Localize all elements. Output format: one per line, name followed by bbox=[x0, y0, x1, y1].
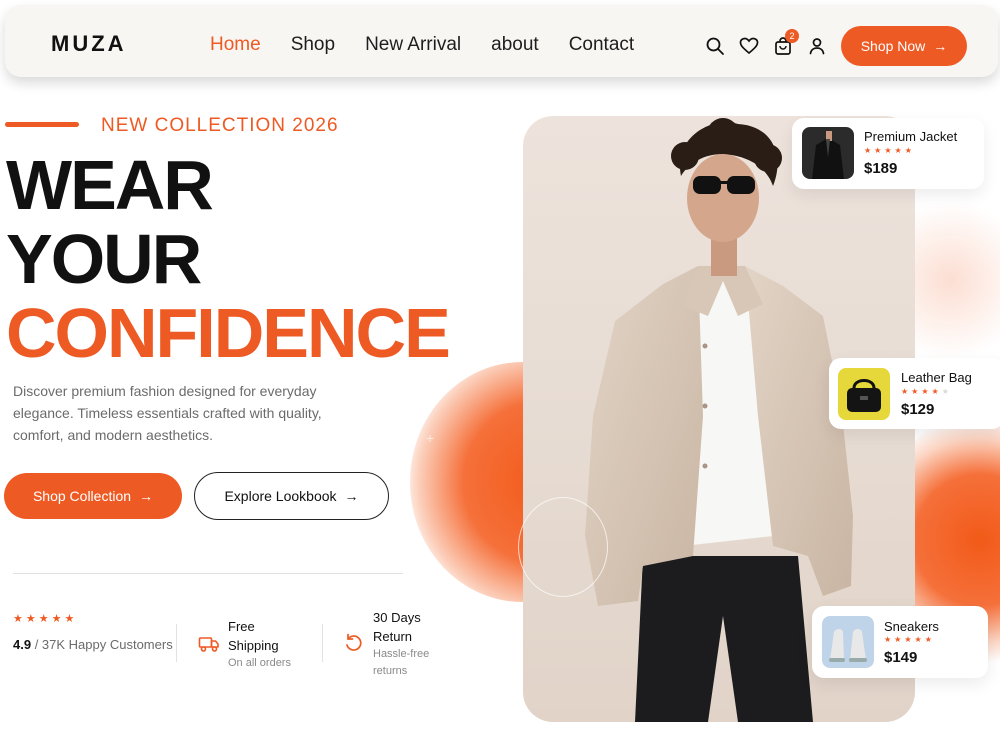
headline-line-1: WEAR bbox=[6, 146, 214, 224]
return-icon bbox=[343, 632, 365, 654]
nav-menu: Home Shop New Arrival about Contact bbox=[210, 35, 664, 54]
rating-value: 4.9 bbox=[13, 637, 32, 652]
product-name: Leather Bag bbox=[901, 370, 972, 385]
shipping-sub: On all orders bbox=[228, 657, 291, 669]
shop-collection-label: Shop Collection bbox=[32, 488, 132, 504]
nav-link-new-arrival[interactable]: New Arrival bbox=[365, 35, 461, 54]
hero-description: Discover premium fashion designed for ev… bbox=[13, 383, 322, 443]
stat-separator bbox=[322, 624, 323, 662]
headline-line-2: YOUR bbox=[6, 220, 202, 298]
bag-thumbnail bbox=[838, 368, 890, 420]
product-price: $149 bbox=[884, 649, 918, 666]
nav-link-shop[interactable]: Shop bbox=[291, 35, 335, 54]
stats-divider bbox=[13, 573, 403, 574]
product-card-jacket[interactable]: Premium Jacket ★★★★★ $189 bbox=[792, 118, 984, 189]
navbar: MUZA Home Shop New Arrival about Contact… bbox=[5, 5, 998, 77]
product-name: Sneakers bbox=[884, 619, 939, 634]
nav-link-home[interactable]: Home bbox=[210, 35, 261, 54]
shipping-stat: Free Shipping On all orders bbox=[198, 617, 298, 672]
heart-icon[interactable] bbox=[739, 36, 759, 56]
shop-collection-button[interactable]: Shop Collection → bbox=[4, 473, 182, 519]
product-rating-stars: ★★★★★ bbox=[901, 387, 952, 396]
rating-stat: ★★★★★ 4.9 / 37K Happy Customers bbox=[13, 614, 173, 654]
explore-lookbook-button[interactable]: Explore Lookbook → bbox=[194, 472, 389, 520]
shipping-title: Free Shipping bbox=[228, 619, 279, 653]
nav-icons: 2 bbox=[705, 29, 841, 56]
stat-separator bbox=[176, 624, 177, 662]
product-price: $129 bbox=[901, 401, 935, 418]
explore-lookbook-label: Explore Lookbook bbox=[224, 488, 337, 504]
returns-sub: Hassle-free returns bbox=[373, 648, 430, 677]
arrow-right-icon: → bbox=[139, 488, 154, 504]
landing-page: MUZA Home Shop New Arrival about Contact… bbox=[0, 0, 1000, 750]
jacket-thumbnail bbox=[802, 127, 854, 179]
rating-text: 4.9 / 37K Happy Customers bbox=[13, 635, 173, 654]
product-rating-stars: ★★★★★ bbox=[884, 635, 935, 644]
plus-decoration: + bbox=[426, 430, 435, 446]
arrow-right-icon: → bbox=[344, 488, 359, 504]
hero-headline: WEAR YOUR CONFIDENCE bbox=[6, 146, 451, 372]
brand-logo[interactable]: MUZA bbox=[51, 33, 127, 55]
product-price: $189 bbox=[864, 160, 898, 177]
nav-link-about[interactable]: about bbox=[491, 35, 539, 54]
product-name: Premium Jacket bbox=[864, 129, 958, 144]
nav-link-contact[interactable]: Contact bbox=[569, 35, 634, 54]
search-icon[interactable] bbox=[705, 36, 725, 56]
ring-decoration bbox=[518, 497, 608, 597]
shop-now-button[interactable]: Shop Now → bbox=[841, 26, 967, 66]
product-card-bag[interactable]: Leather Bag ★★★★★ $129 bbox=[829, 358, 1000, 429]
collection-kicker: NEW COLLECTION 2026 bbox=[101, 115, 339, 136]
sneakers-thumbnail bbox=[822, 616, 874, 668]
returns-title: 30 Days Return bbox=[373, 610, 421, 644]
product-card-sneakers[interactable]: Sneakers ★★★★★ $149 bbox=[812, 606, 988, 678]
cart-count-badge: 2 bbox=[785, 29, 799, 43]
returns-stat: 30 Days Return Hassle-free returns bbox=[343, 608, 448, 680]
rating-customers: / 37K Happy Customers bbox=[31, 637, 173, 652]
rating-stars: ★★★★★ bbox=[13, 613, 78, 625]
truck-icon bbox=[198, 633, 220, 655]
product-rating-stars: ★★★★★ bbox=[864, 146, 915, 155]
kicker-accent-line bbox=[5, 122, 79, 127]
cart-icon[interactable]: 2 bbox=[773, 29, 799, 56]
user-icon[interactable] bbox=[807, 36, 827, 56]
shop-now-label: Shop Now bbox=[860, 38, 926, 54]
headline-line-3: CONFIDENCE bbox=[6, 294, 451, 372]
arrow-right-icon: → bbox=[933, 38, 948, 54]
